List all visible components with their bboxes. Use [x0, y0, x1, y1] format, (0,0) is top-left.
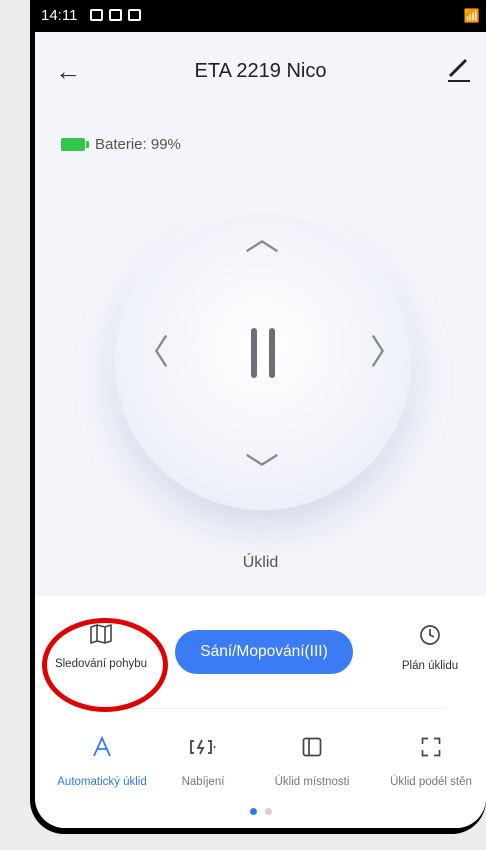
notification-icons: [90, 9, 141, 21]
pencil-icon[interactable]: [446, 54, 472, 84]
tab-room-clean[interactable]: Úklid místnosti: [257, 734, 367, 790]
chevron-left-icon[interactable]: 〈: [135, 336, 169, 370]
direction-pad: ︿ 〈 〉 ﹀: [115, 214, 411, 510]
tab-label: Úklid místnosti: [274, 776, 350, 788]
map-icon: [90, 624, 112, 644]
battery-saver-icon: [128, 9, 141, 21]
gallery-icon: [90, 9, 103, 21]
chevron-right-icon[interactable]: 〉: [370, 336, 404, 370]
bottom-panel: Sledování pohybu Sání/Mopování(III) Plán…: [35, 596, 486, 828]
action-row: Sledování pohybu Sání/Mopování(III) Plán…: [35, 596, 486, 706]
page-dot-active: [249, 808, 257, 815]
track-movement-label: Sledování pohybu: [54, 658, 148, 670]
tab-charging[interactable]: Nabíjení: [148, 734, 258, 790]
page-dot[interactable]: [264, 808, 272, 815]
app-icon: [109, 9, 122, 21]
tab-edge-clean[interactable]: Úklid podél stěn: [376, 734, 486, 790]
charging-icon: [148, 734, 258, 760]
tab-label: Nabíjení: [181, 776, 225, 788]
app-screen: 14:11 📶 ← ETA 2219 Nico Baterie: 99% ︿ 〈: [35, 0, 486, 828]
phone-frame: 14:11 📶 ← ETA 2219 Nico Baterie: 99% ︿ 〈: [30, 0, 486, 834]
page-title: ETA 2219 Nico: [194, 60, 327, 82]
battery-icon: [61, 138, 89, 151]
status-bar: 14:11 📶: [35, 0, 486, 32]
letter-a-icon: [47, 734, 157, 760]
tab-label: Automatický úklid: [57, 776, 147, 788]
mode-label: Úklid: [242, 554, 279, 571]
tab-auto-clean[interactable]: Automatický úklid: [47, 734, 157, 790]
app-bar: ← ETA 2219 Nico: [35, 42, 486, 98]
battery-label: Baterie: 99%: [95, 136, 181, 153]
mode-tabs: Automatický úklid Nabíjení Úklid místnos…: [35, 734, 486, 804]
status-time: 14:11: [41, 7, 78, 24]
chevron-up-icon[interactable]: ︿: [245, 222, 279, 256]
schedule-label: Plán úklidu: [401, 660, 459, 672]
clock-icon: [420, 625, 440, 645]
room-icon: [257, 734, 367, 760]
signal-icon: 📶: [463, 8, 480, 23]
suction-mop-button[interactable]: Sání/Mopování(III): [175, 630, 353, 674]
tab-label: Úklid podél stěn: [390, 776, 472, 788]
page-indicator: [35, 808, 486, 815]
chevron-down-icon[interactable]: ﹀: [245, 454, 279, 488]
divider: [85, 708, 446, 709]
track-movement-button[interactable]: Sledování pohybu: [41, 624, 161, 672]
schedule-button[interactable]: Plán úklidu: [375, 624, 485, 674]
edge-icon: [376, 734, 486, 760]
battery-status: Baterie: 99%: [61, 136, 181, 153]
pause-button[interactable]: [241, 328, 285, 378]
